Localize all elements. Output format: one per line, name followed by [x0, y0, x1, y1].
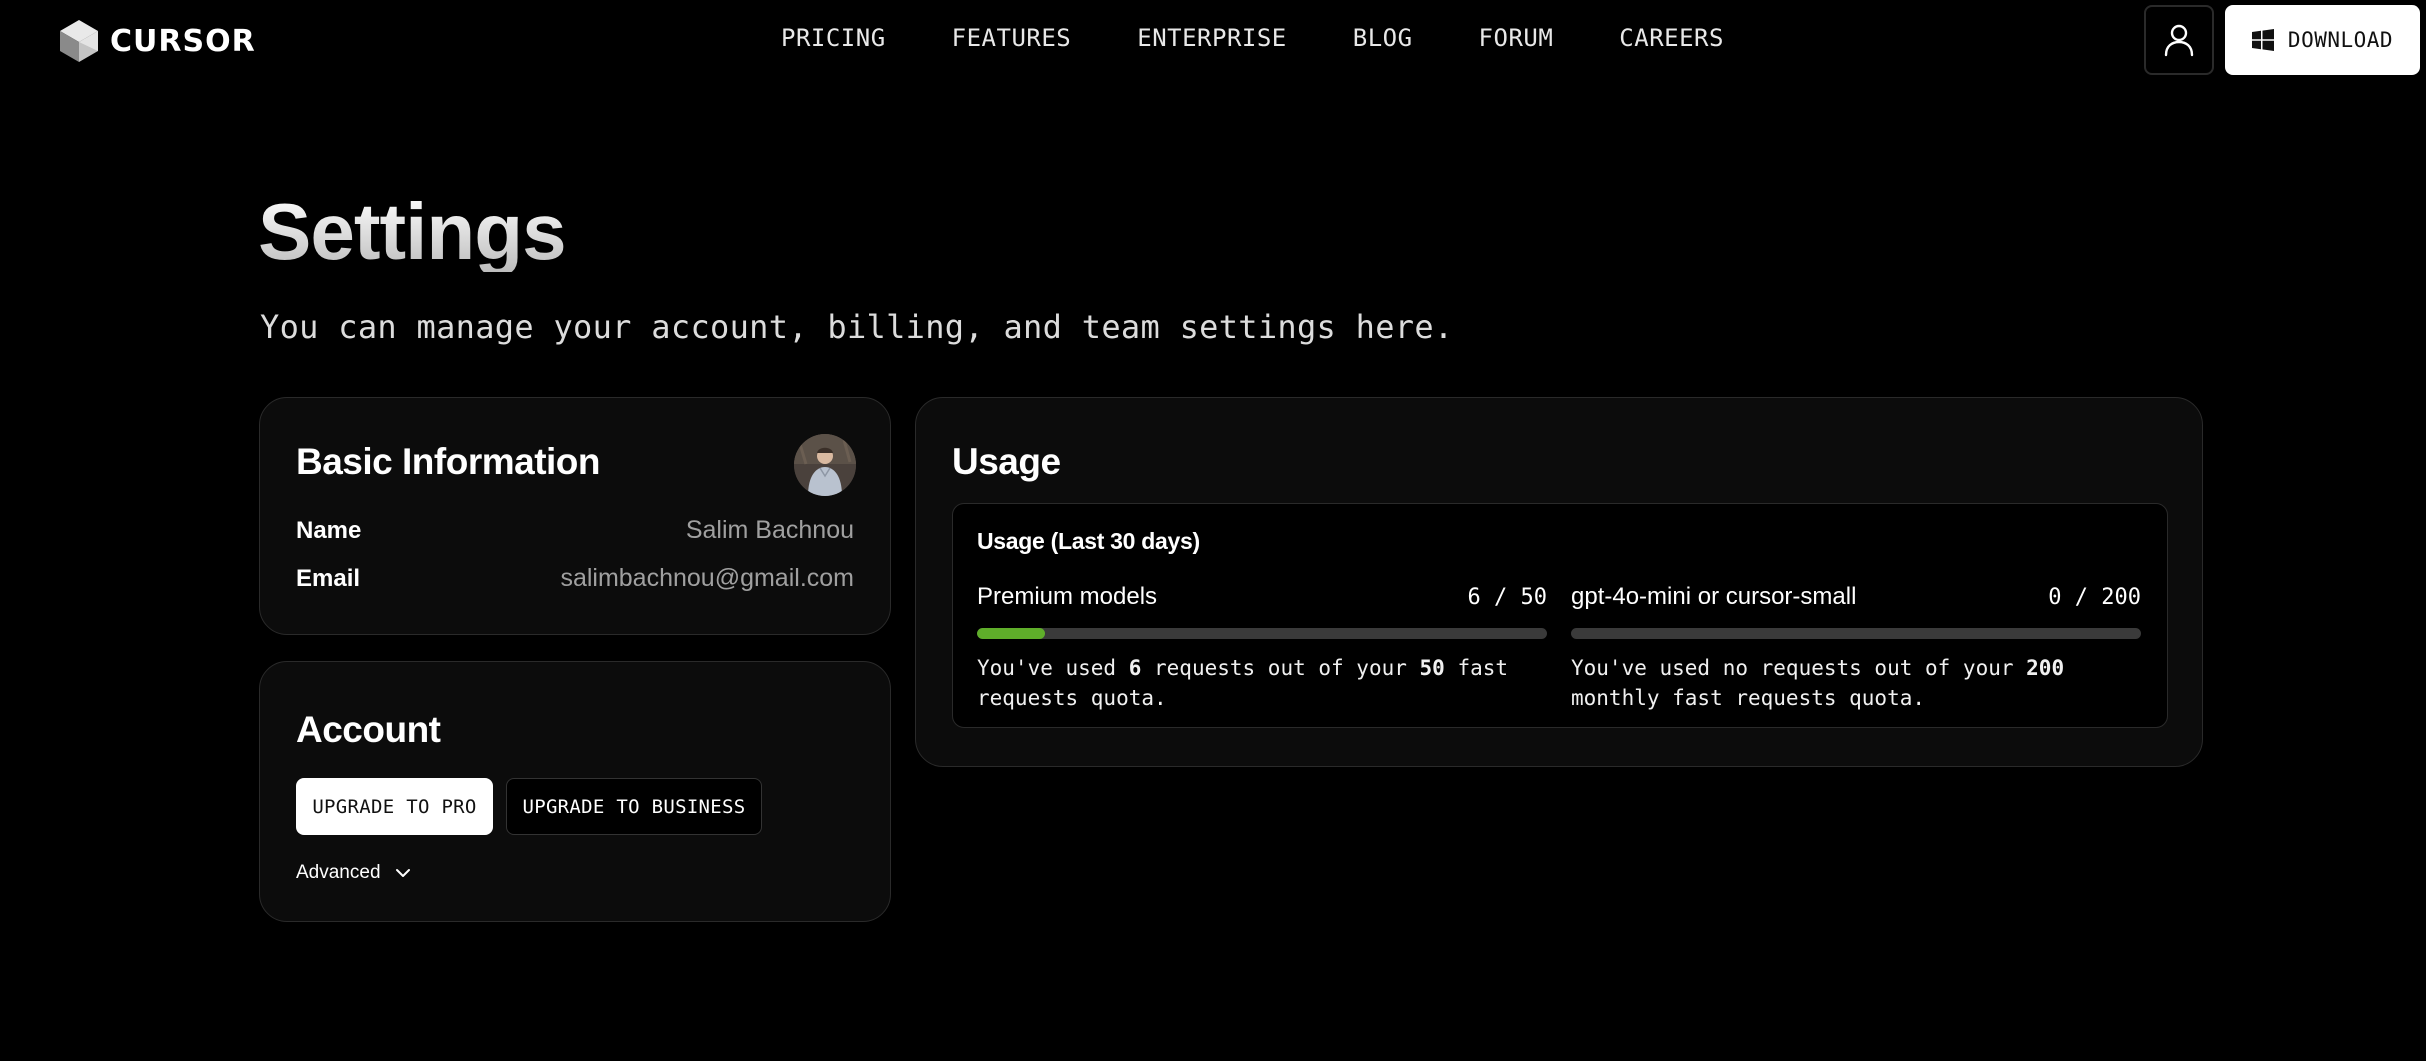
advanced-label: Advanced — [296, 862, 381, 883]
avatar — [794, 434, 856, 496]
top-navigation-bar: CURSOR PRICING FEATURES ENTERPRISE BLOG … — [0, 0, 2426, 80]
usage-period-title: Usage (Last 30 days) — [977, 528, 1200, 554]
nav-link-forum[interactable]: FORUM — [1479, 24, 1554, 52]
download-label: DOWNLOAD — [2287, 28, 2394, 52]
account-button[interactable] — [2144, 5, 2214, 75]
nav-link-blog[interactable]: BLOG — [1353, 24, 1413, 52]
email-row: Email salimbachnou@gmail.com — [296, 564, 854, 593]
usage-title: Usage — [952, 441, 1061, 482]
account-title: Account — [296, 709, 441, 750]
progress-fill — [977, 628, 1046, 639]
progress-bar — [977, 628, 1547, 639]
page-subtitle: You can manage your account, billing, an… — [260, 308, 1454, 346]
quota-description: You've used 6 requests out of your 50 fa… — [977, 656, 1509, 710]
email-value: salimbachnou@gmail.com — [560, 564, 854, 592]
progress-bar — [1571, 628, 2141, 639]
windows-icon — [2251, 29, 2274, 51]
quota-model-name: Premium models — [977, 583, 1158, 610]
account-card: Account UPGRADE TO PRO UPGRADE TO BUSINE… — [259, 661, 891, 922]
nav-link-pricing[interactable]: PRICING — [781, 24, 886, 52]
quota-count: 0 / 200 — [2048, 584, 2141, 610]
upgrade-to-business-button[interactable]: UPGRADE TO BUSINESS — [506, 778, 762, 835]
quota-description: You've used no requests out of your 200 … — [1571, 656, 2065, 710]
basic-information-card: Basic Information Name Salim Bachnou Ema… — [259, 397, 891, 635]
email-label: Email — [296, 564, 361, 592]
page-title: Settings — [258, 187, 567, 276]
name-row: Name Salim Bachnou — [296, 516, 854, 545]
basic-information-title: Basic Information — [296, 441, 601, 482]
nav-link-careers[interactable]: CAREERS — [1619, 24, 1724, 52]
usage-panel: Usage (Last 30 days) Premium models 6 / … — [952, 503, 2168, 728]
brand-name: CURSOR — [110, 23, 256, 59]
advanced-toggle[interactable]: Advanced — [296, 862, 411, 884]
cursor-logo-icon — [60, 20, 98, 62]
avatar-photo — [794, 434, 856, 496]
premium-models-quota: Premium models 6 / 50 You've used 6 requ… — [977, 582, 1547, 713]
small-models-quota: gpt-4o-mini or cursor-small 0 / 200 You'… — [1571, 582, 2141, 713]
user-icon — [2164, 24, 2194, 57]
name-value: Salim Bachnou — [685, 516, 854, 544]
quota-model-name: gpt-4o-mini or cursor-small — [1571, 583, 1857, 610]
usage-card: Usage Usage (Last 30 days) Premium model… — [915, 397, 2203, 767]
main-nav: PRICING FEATURES ENTERPRISE BLOG FORUM C… — [781, 24, 1724, 52]
upgrade-to-pro-button[interactable]: UPGRADE TO PRO — [296, 778, 493, 835]
quota-count: 6 / 50 — [1467, 584, 1547, 610]
chevron-down-icon — [395, 869, 410, 877]
cursor-logo-link[interactable]: CURSOR — [58, 18, 256, 64]
nav-link-enterprise[interactable]: ENTERPRISE — [1137, 24, 1287, 52]
download-button[interactable]: DOWNLOAD — [2225, 5, 2420, 75]
nav-link-features[interactable]: FEATURES — [952, 24, 1072, 52]
name-label: Name — [296, 516, 362, 544]
